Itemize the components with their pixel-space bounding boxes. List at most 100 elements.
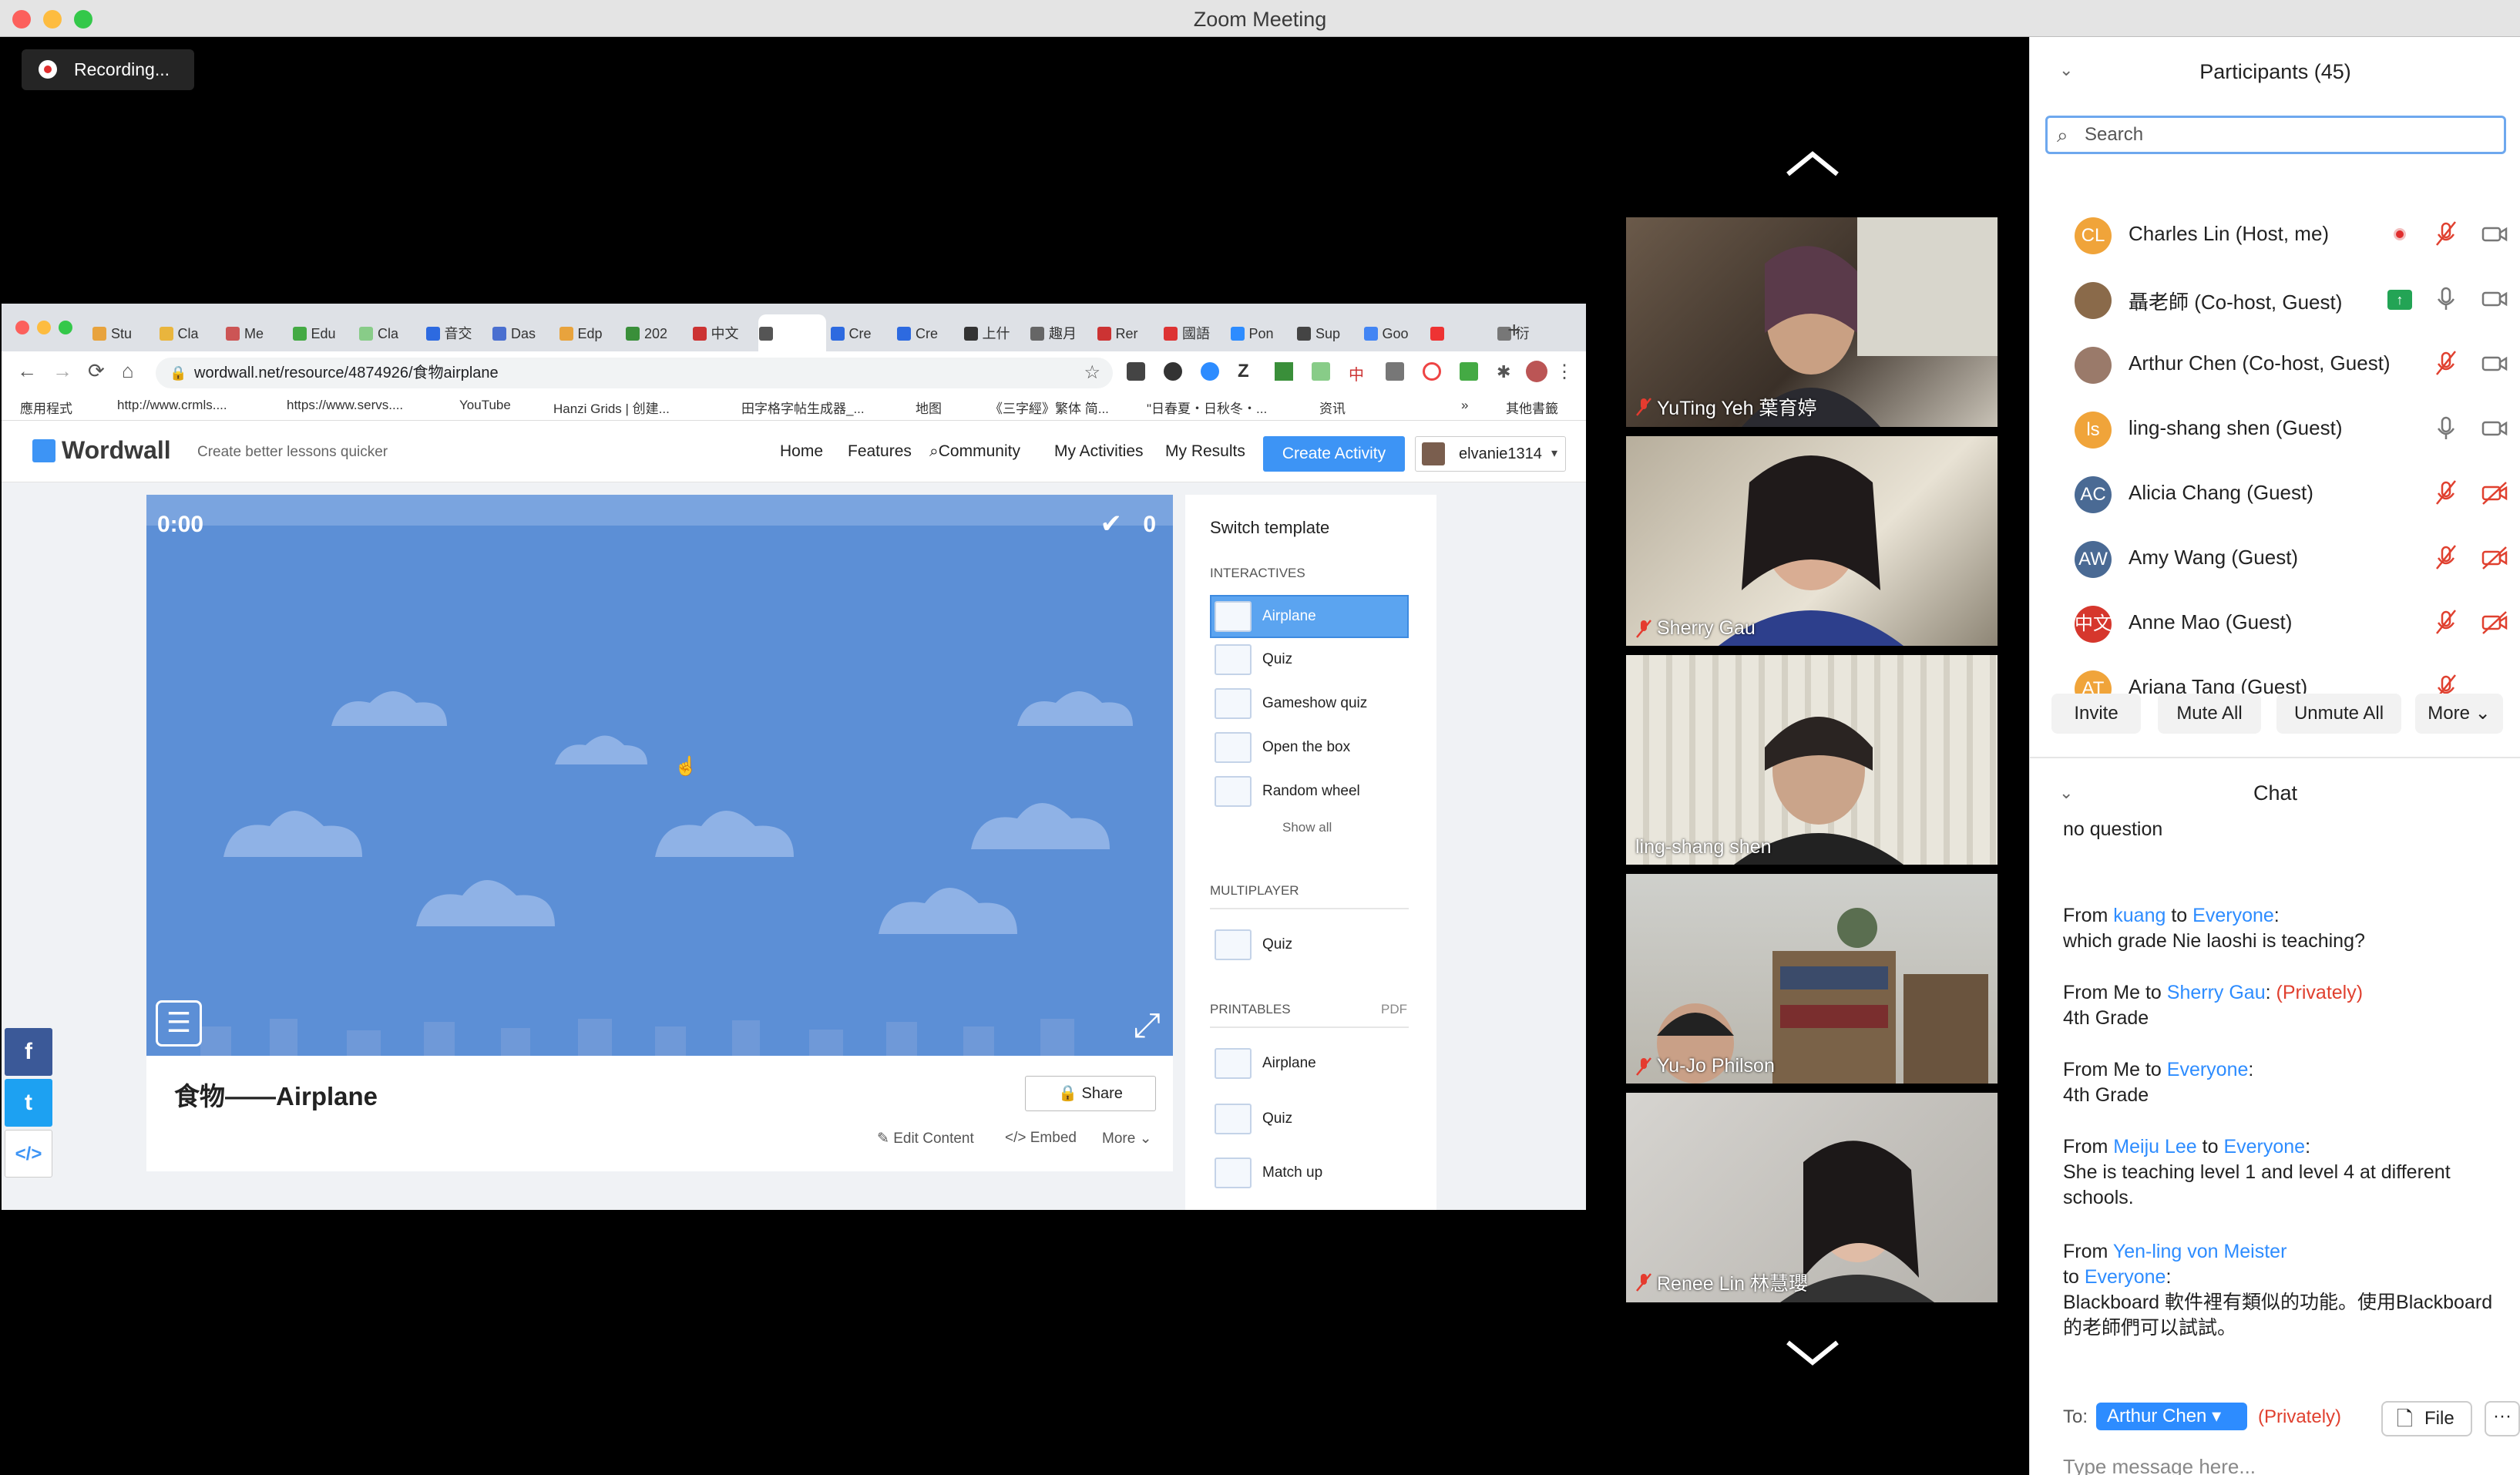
bookmark[interactable]: https://www.servs.... — [287, 398, 403, 413]
browser-tab[interactable]: 上什 — [963, 321, 1024, 347]
puzzle-icon[interactable]: ✱ — [1497, 362, 1510, 382]
wordwall-logo[interactable]: Wordwall — [62, 436, 171, 465]
nav-home[interactable]: Home — [780, 442, 823, 461]
bookmark[interactable]: 《三字經》繁体 简... — [990, 398, 1109, 417]
extension-icon[interactable] — [1386, 362, 1404, 381]
video-tile[interactable]: Renee Lin 林慧瓔 — [1626, 1093, 1998, 1302]
browser-tab[interactable]: Rer — [1097, 321, 1158, 347]
forward-icon[interactable]: → — [52, 359, 72, 383]
muted-mic-icon[interactable] — [2431, 479, 2461, 507]
browser-tab[interactable]: Sup — [1297, 321, 1357, 347]
browser-tab[interactable]: Me — [226, 321, 286, 347]
browser-tab[interactable]: 中文 — [692, 321, 753, 347]
browser-tab[interactable]: Cla — [359, 321, 419, 347]
printable-match-up[interactable]: Match up — [1210, 1151, 1409, 1194]
scroll-up-icon[interactable] — [1785, 148, 1840, 179]
muted-mic-icon[interactable] — [2431, 220, 2461, 248]
browser-tab[interactable]: Cre — [830, 321, 891, 347]
muted-mic-icon[interactable] — [2431, 544, 2461, 572]
browser-tab[interactable]: Edp — [559, 321, 620, 347]
video-icon[interactable] — [2480, 415, 2511, 442]
invite-button[interactable]: Invite — [2051, 694, 2141, 734]
bookmark[interactable]: 地图 — [916, 398, 942, 417]
fullscreen-icon[interactable]: ⤢ — [1134, 1006, 1161, 1045]
bookmark[interactable]: 资讯 — [1319, 398, 1346, 417]
minimize-window-button[interactable] — [43, 10, 62, 29]
browser-tab[interactable]: 音交 — [425, 321, 486, 347]
bookmark[interactable]: 田字格字帖生成器_... — [741, 398, 865, 417]
more-participants-button[interactable]: More ⌄ — [2415, 694, 2503, 734]
show-all-link[interactable]: Show all — [1282, 820, 1332, 835]
printable-airplane[interactable]: Airplane — [1210, 1042, 1409, 1085]
participant-row[interactable]: ls ling-shang shen (Guest) — [2030, 396, 2520, 461]
bookmark[interactable]: Hanzi Grids | 创建... — [553, 398, 670, 417]
browser-tab[interactable]: 趣月 — [1030, 321, 1090, 347]
browser-close-button[interactable] — [15, 321, 29, 334]
photo-extension-icon[interactable] — [1312, 362, 1330, 381]
home-icon[interactable]: ⌂ — [122, 359, 134, 383]
extension-icon[interactable] — [1460, 362, 1478, 381]
extension-icon[interactable] — [1423, 362, 1441, 381]
nav-my-results[interactable]: My Results — [1165, 442, 1245, 461]
browser-tab[interactable]: Stu — [92, 321, 153, 347]
scroll-down-icon[interactable] — [1785, 1338, 1840, 1369]
browser-tab[interactable]: 衍 — [1497, 321, 1557, 347]
video-icon[interactable] — [2480, 220, 2511, 248]
game-canvas[interactable]: 0:00 ✔ 0 ☰ ⤢ ☝ — [146, 495, 1173, 1056]
user-menu[interactable]: elvanie1314 ▾ — [1415, 436, 1566, 472]
game-menu-icon[interactable]: ☰ — [156, 1000, 202, 1047]
zoom-extension-icon[interactable] — [1201, 362, 1219, 381]
menu-icon[interactable]: ⋮ — [1555, 361, 1574, 383]
printable-quiz[interactable]: Quiz — [1210, 1097, 1409, 1141]
video-off-icon[interactable] — [2480, 609, 2511, 637]
template-open-the-box[interactable]: Open the box — [1210, 726, 1409, 769]
browser-tab[interactable]: Goo — [1363, 321, 1424, 347]
browser-tab[interactable]: 國語 — [1164, 321, 1224, 347]
participant-row[interactable]: AC Alicia Chang (Guest) — [2030, 461, 2520, 526]
participant-row[interactable]: Arthur Chen (Co-host, Guest) — [2030, 331, 2520, 396]
video-tile[interactable]: YuTing Yeh 葉育婷 — [1626, 217, 1998, 427]
maximize-window-button[interactable] — [74, 10, 92, 29]
z-extension-icon[interactable]: Z — [1238, 361, 1249, 382]
share-button[interactable]: 🔒 Share — [1025, 1076, 1156, 1111]
bookmark[interactable]: "日春夏・日秋冬・... — [1147, 398, 1267, 417]
nav-community[interactable]: ⌕Community — [929, 442, 1020, 461]
url-field[interactable]: 🔒 wordwall.net/resource/4874926/食物airpla… — [156, 358, 1113, 388]
bookmark[interactable]: http://www.crmls.... — [117, 398, 227, 413]
template-multiplayer-quiz[interactable]: Quiz — [1210, 923, 1409, 966]
embed-link[interactable]: </> Embed — [1005, 1130, 1077, 1147]
participant-row[interactable]: 中文 Anne Mao (Guest) — [2030, 590, 2520, 655]
browser-tab[interactable] — [1430, 321, 1490, 347]
mic-icon[interactable] — [2431, 285, 2461, 313]
template-quiz[interactable]: Quiz — [1210, 638, 1409, 681]
browser-tab[interactable]: Edu — [292, 321, 353, 347]
bookmark-youtube[interactable]: YouTube — [459, 398, 511, 413]
twitter-share-icon[interactable]: t — [5, 1079, 52, 1127]
browser-tab[interactable]: Das — [492, 321, 553, 347]
recipient-dropdown[interactable]: Arthur Chen ▾ — [2096, 1403, 2247, 1430]
video-icon[interactable] — [2480, 350, 2511, 378]
back-icon[interactable]: ← — [17, 359, 37, 383]
chinese-extension-icon[interactable]: 中 — [1349, 362, 1364, 385]
profile-avatar[interactable] — [1526, 361, 1547, 382]
edit-content-link[interactable]: ✎ Edit Content — [877, 1130, 974, 1147]
template-random-wheel[interactable]: Random wheel — [1210, 770, 1409, 813]
browser-maximize-button[interactable] — [59, 321, 72, 334]
template-gameshow-quiz[interactable]: Gameshow quiz — [1210, 682, 1409, 725]
nav-my-activities[interactable]: My Activities — [1054, 442, 1144, 461]
video-tile[interactable]: ling-shang shen — [1626, 655, 1998, 865]
browser-tab[interactable]: Cre — [897, 321, 957, 347]
participant-row[interactable]: AW Amy Wang (Guest) — [2030, 526, 2520, 590]
more-bookmarks-icon[interactable]: » — [1461, 398, 1468, 413]
browser-tab[interactable]: 202 — [626, 321, 686, 347]
video-off-icon[interactable] — [2480, 479, 2511, 507]
create-activity-button[interactable]: Create Activity — [1263, 436, 1405, 472]
browser-tab[interactable]: Cla — [159, 321, 220, 347]
bookmark-apps[interactable]: 應用程式 — [20, 398, 72, 417]
reload-icon[interactable]: ⟳ — [88, 359, 105, 383]
unmute-all-button[interactable]: Unmute All — [2276, 694, 2401, 734]
file-button[interactable]: 🗋 File — [2381, 1401, 2472, 1436]
video-tile[interactable]: Sherry Gau — [1626, 436, 1998, 646]
muted-mic-icon[interactable] — [2431, 609, 2461, 637]
other-bookmarks-folder[interactable]: 其他書籤 — [1506, 398, 1558, 417]
